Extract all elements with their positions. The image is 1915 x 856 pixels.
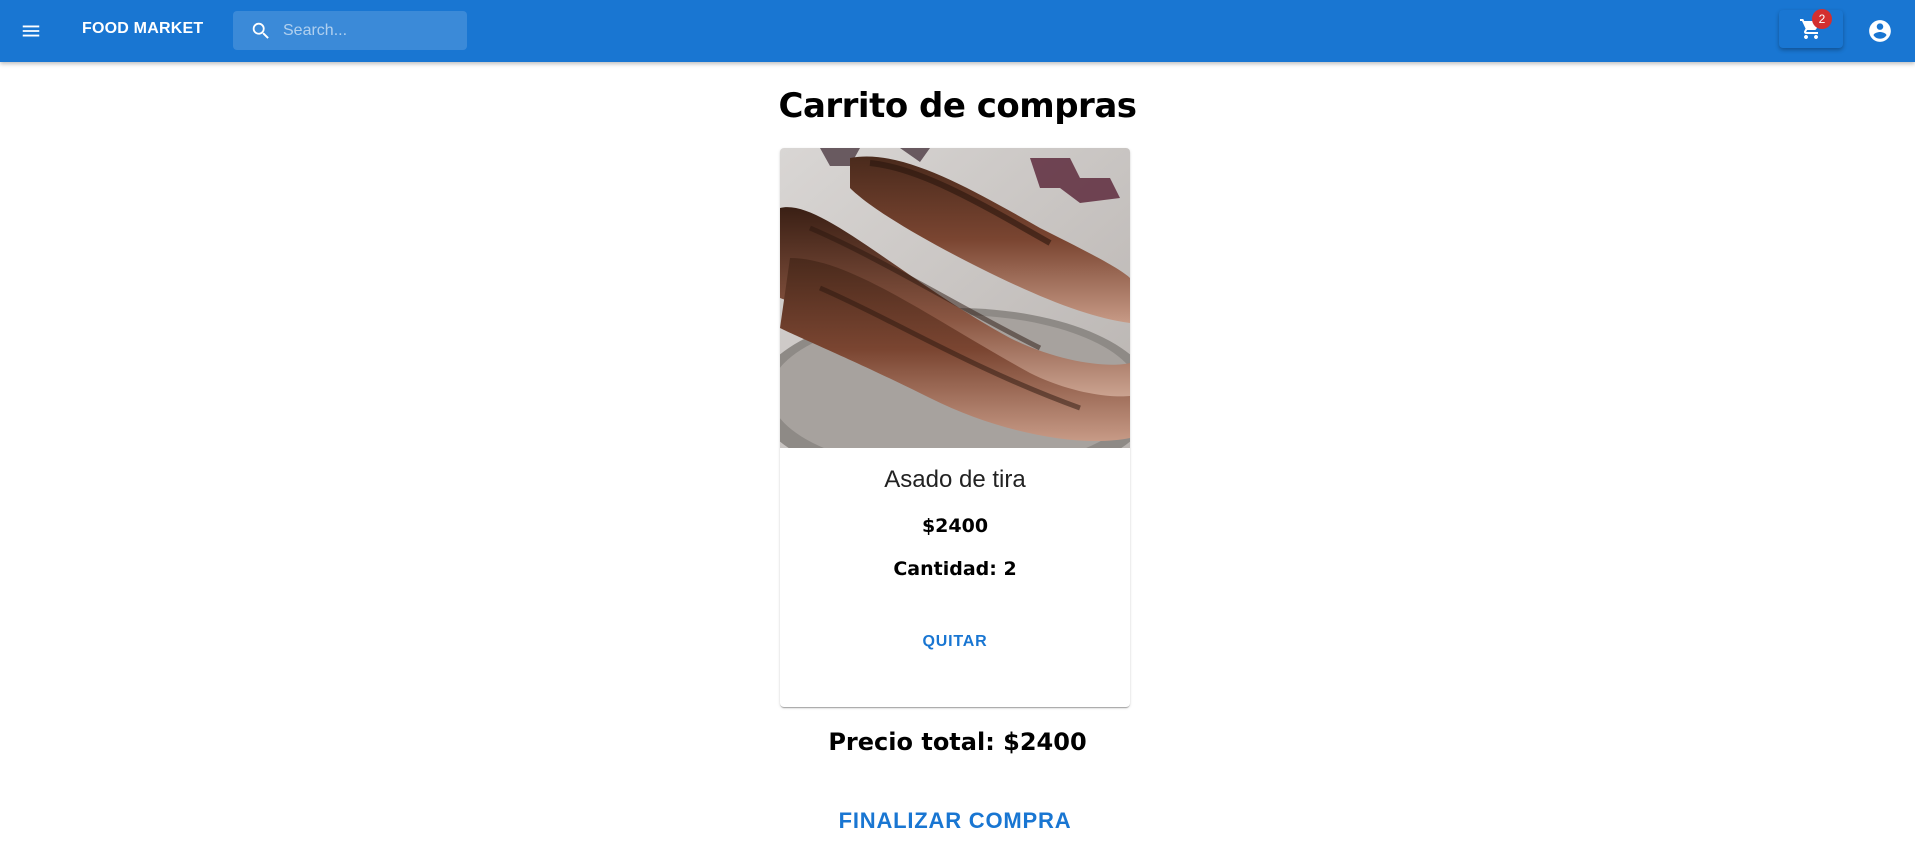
menu-icon — [22, 25, 40, 37]
product-quantity: Cantidad: 2 — [893, 558, 1017, 580]
remove-button[interactable]: QUITAR — [905, 624, 1005, 660]
menu-button[interactable] — [16, 16, 46, 46]
total-price: Precio total: $2400 — [828, 728, 1087, 756]
search-box[interactable] — [233, 11, 467, 50]
account-circle-icon — [1869, 20, 1891, 42]
search-input[interactable] — [283, 21, 463, 40]
cart-button[interactable]: 2 — [1779, 9, 1843, 48]
checkout-button[interactable]: FINALIZAR COMPRA — [820, 800, 1090, 842]
product-image — [780, 148, 1130, 448]
brand-title[interactable]: FOOD MARKET — [82, 20, 203, 38]
account-button[interactable] — [1865, 16, 1895, 46]
cart-count-badge: 2 — [1812, 9, 1832, 29]
product-price: $2400 — [921, 515, 989, 537]
search-icon — [252, 22, 269, 39]
page-title: Carrito de compras — [778, 86, 1138, 126]
cart-item-card: Asado de tira $2400 Cantidad: 2 QUITAR — [780, 148, 1130, 707]
product-name: Asado de tira — [884, 466, 1026, 493]
app-bar: FOOD MARKET 2 — [0, 0, 1915, 62]
